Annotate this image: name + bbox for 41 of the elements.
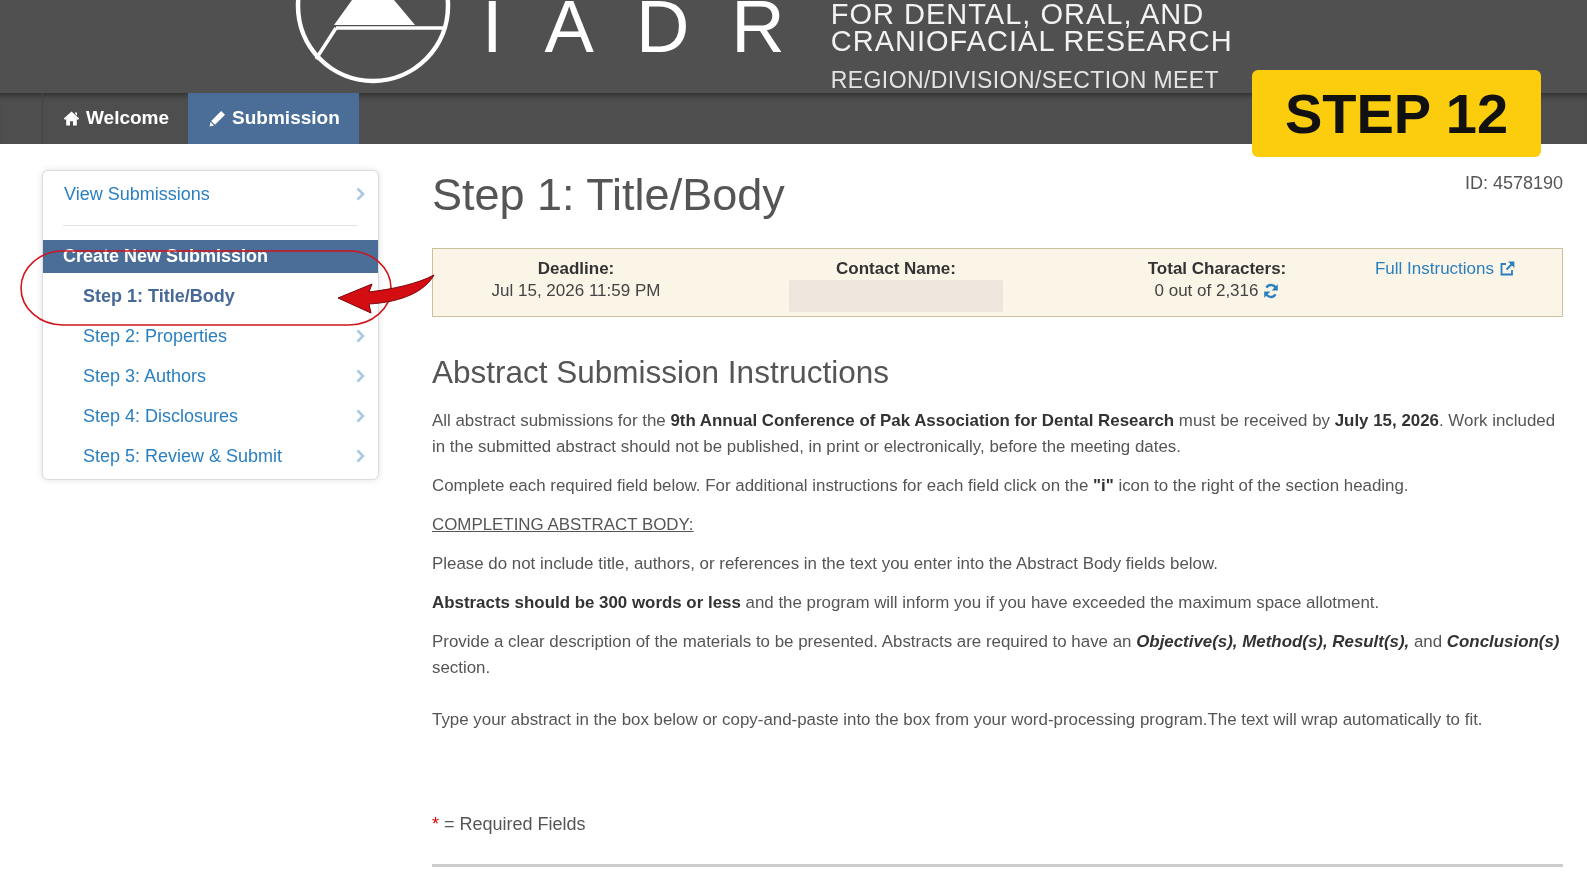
chevron-right-icon [356,329,365,343]
pencil-icon [209,110,227,127]
instruction-text: Type your abstract in the box below or copy-and-paste into the box from your word-processing program.The text will wrap automatically to fit. [432,709,1484,731]
sidebar-section-title: Create New Submission [43,240,378,273]
sidebar-link[interactable]: Step 1: Title/Body [83,285,235,307]
chevron-right-icon [356,187,365,201]
external-link-icon [1499,261,1515,277]
organization-name: CRANIOFACIAL RESEARCH [830,28,1233,55]
instruction-text: Complete each required field below. For additional instructions for each field click on the "i" icon to the right of the section heading. [432,475,1410,497]
info-label: Deadline: [537,258,615,280]
sidebar-link[interactable]: Step 2: Properties [83,325,228,347]
info-label: Contact Name: [836,258,956,280]
instruction-text: Please do not include title, authors, or references in the text you enter into the Abstract Body fields below. [432,553,1219,575]
nav-tab[interactable]: Submission [188,93,359,144]
step-badge: STEP 12 [1252,70,1541,157]
subsection-heading: COMPLETING ABSTRACT BODY: [432,514,695,536]
sidebar-link[interactable]: View Submissions [64,183,210,205]
meeting-subtitle: REGION/DIVISION/SECTION MEET [830,69,1219,91]
refresh-icon[interactable] [1263,283,1280,299]
curved-arrow-icon [337,274,435,314]
chevron-right-icon [356,449,365,463]
sidebar-link[interactable]: Step 3: Authors [83,365,207,387]
chevron-right-icon [356,409,365,423]
instruction-text: Abstracts should be 300 words or less and the program will inform you if you have exceeded the maximum space allotment. [432,592,1381,614]
submission-id: ID: 4578190 [1464,173,1563,193]
sidebar-link[interactable]: Step 4: Disclosures [83,405,239,427]
required-marker: * [432,813,439,836]
sidebar-link[interactable]: Step 5: Review & Submit [83,445,283,467]
instruction-text: Provide a clear description of the materials to be presented. Abstracts are required to have an Objective(s), Method(s), Result(s), and Conclusion(s) section. [432,631,1561,679]
section-heading: Abstract Submission Instructions [432,353,890,391]
info-value: 0 out of 2,316 [1154,280,1259,302]
full-instructions-link[interactable]: Full Instructions [1374,258,1515,280]
page-title: Step 1: Title/Body [432,170,785,220]
home-icon [63,110,80,127]
required-fields-note: = Required Fields [444,813,586,836]
chevron-right-icon [356,369,365,383]
logo-text: IADR [482,0,827,54]
instruction-text: All abstract submissions for the 9th Annual Conference of Pak Association for Dental Research must be received by July 15, 2026. Work included in the submitted abstract should not be published, in print or electronically, before the meeting dates. [432,410,1557,458]
info-value: Jul 15, 2026 11:59 PM [491,280,661,302]
organization-name: FOR DENTAL, ORAL, AND [830,1,1205,28]
info-label: Total Characters: [1147,258,1287,280]
